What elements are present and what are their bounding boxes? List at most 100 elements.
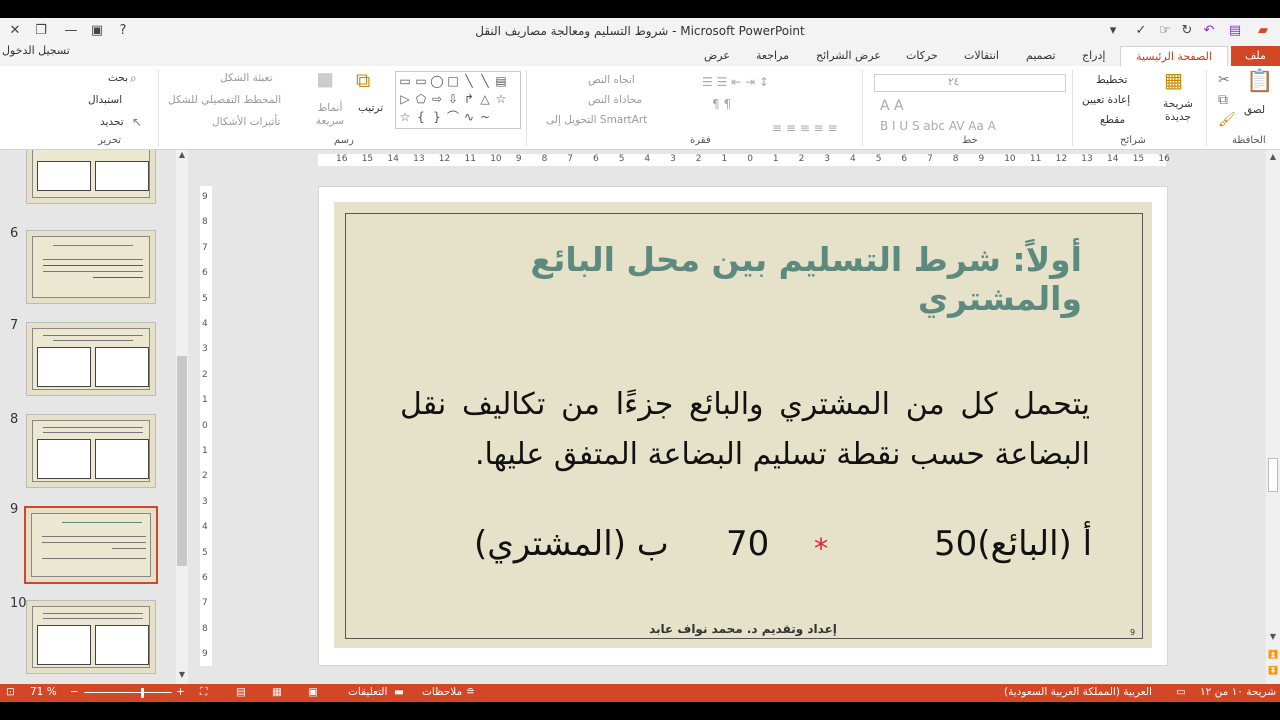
slide-thumbnail[interactable] (26, 150, 156, 204)
layout-button[interactable]: تخطيط (1096, 74, 1127, 86)
find-button[interactable]: بحث (108, 72, 128, 84)
align-text-button[interactable]: محاذاة النص (588, 94, 642, 106)
list-icons[interactable]: ☰ ☰ ⇤ ⇥ ↕ (702, 74, 769, 90)
language-indicator[interactable]: العربية (المملكة العربية السعودية) (1004, 686, 1152, 698)
touch-mode-icon[interactable]: ☞ (1156, 22, 1174, 40)
section-button[interactable]: مقطع (1100, 114, 1125, 126)
redo-icon[interactable]: ↻ (1178, 22, 1196, 40)
align-icons[interactable]: ≡ ≡ ≡ ≡ ≡ (772, 120, 838, 136)
current-slide[interactable]: أولاً: شرط التسليم بين محل البائع والمشت… (334, 202, 1152, 648)
sign-in-link[interactable]: تسجيل الدخول (2, 44, 70, 57)
star-icon[interactable]: ☆ (398, 110, 412, 124)
slide-title[interactable]: أولاً: شرط التسليم بين محل البائع والمشت… (394, 240, 1082, 318)
tab-animations[interactable]: حركات (898, 46, 946, 66)
sorter-view-icon[interactable]: ▦ (272, 686, 282, 698)
shape-fill-button[interactable]: تعبئة الشكل (220, 72, 273, 84)
select-button[interactable]: تحديد (100, 116, 124, 128)
quick-styles-icon[interactable]: ◼ (316, 69, 334, 91)
triangle-icon[interactable]: △ (478, 92, 492, 106)
triangle-icon[interactable]: ▷ (398, 92, 412, 106)
font-grow-icon[interactable]: A A (880, 98, 904, 114)
tab-view[interactable]: عرض (696, 46, 738, 66)
slide-thumbnail-6[interactable] (26, 230, 156, 304)
scroll-up-icon[interactable]: ▲ (177, 150, 187, 162)
textbox-icon[interactable]: ▤ (494, 74, 508, 88)
rectangle-icon[interactable]: ▭ (414, 74, 428, 88)
scroll-thumb[interactable] (177, 356, 187, 566)
tab-insert[interactable]: إدراج (1074, 46, 1113, 66)
fit-slide-icon[interactable]: ⊡ (6, 686, 15, 698)
slide-body-text[interactable]: يتحمل كل من المشتري والبائع جزءًا من تكا… (400, 380, 1090, 480)
font-size-value[interactable]: ٢٤ (948, 76, 959, 88)
notes-icon[interactable]: ≘ (466, 686, 475, 698)
star-icon[interactable]: ☆ (494, 92, 508, 106)
format-painter-icon[interactable]: 🖌 (1218, 112, 1236, 128)
oval-icon[interactable]: ◯ (430, 74, 444, 88)
comments-icon[interactable]: ▬ (394, 686, 404, 698)
scroll-down-icon[interactable]: ▼ (177, 670, 187, 682)
quick-styles-button[interactable]: أنماط سريعة (308, 102, 352, 128)
tab-file[interactable]: ملف (1231, 46, 1280, 66)
zoom-slider-thumb[interactable] (141, 688, 144, 698)
tab-slideshow[interactable]: عرض الشرائح (808, 46, 889, 66)
thumbnail-scrollbar[interactable]: ▲ ▼ (176, 150, 188, 684)
save-icon[interactable]: ▤ (1226, 22, 1244, 40)
customize-qat-icon[interactable]: ▾ (1104, 22, 1122, 40)
tab-home[interactable]: الصفحة الرئيسية (1120, 46, 1228, 66)
arrange-icon[interactable]: ⧉ (356, 70, 370, 90)
editor-scrollbar[interactable]: ▲ ▼ ⏫ ⏬ (1266, 150, 1280, 684)
curve-icon[interactable]: ∿ (462, 110, 476, 124)
tab-review[interactable]: مراجعة (748, 46, 797, 66)
spelling-icon[interactable]: ✓ (1132, 22, 1150, 40)
replace-button[interactable]: استبدال (88, 94, 122, 106)
comments-button[interactable]: التعليقات (348, 686, 387, 698)
new-slide-icon[interactable]: ▦ (1164, 70, 1183, 90)
slide-thumbnail-9-selected[interactable] (24, 506, 158, 584)
slide-thumbnail-10[interactable] (26, 600, 156, 674)
reading-view-icon[interactable]: ▤ (236, 686, 246, 698)
shape-effects-button[interactable]: تأثيرات الأشكال (212, 116, 280, 128)
normal-view-icon[interactable]: ▣ (308, 686, 318, 698)
pentagon-icon[interactable]: ⬠ (414, 92, 428, 106)
bent-arrow-icon[interactable]: ↱ (462, 92, 476, 106)
font-style-icons[interactable]: B I U S abc AV Aa A (880, 118, 996, 134)
zoom-out-icon[interactable]: − (70, 686, 79, 698)
font-name-box[interactable] (874, 74, 1066, 92)
previous-slide-icon[interactable]: ⏫ (1268, 650, 1278, 659)
paste-icon[interactable]: 📋 (1246, 71, 1273, 93)
zoom-in-icon[interactable]: + (176, 686, 185, 698)
reset-button[interactable]: إعادة تعيين (1082, 94, 1130, 106)
text-direction-button[interactable]: اتجاه النص (588, 74, 635, 86)
line-icon[interactable]: ╲ (462, 74, 476, 88)
line-icon[interactable]: ╲ (478, 74, 492, 88)
arc-icon[interactable]: ⌒ (446, 110, 460, 124)
new-slide-button[interactable]: شريحة جديدة (1158, 98, 1198, 124)
direction-icons[interactable]: ¶ ¶ (712, 96, 731, 112)
next-slide-icon[interactable]: ⏬ (1268, 666, 1278, 675)
slide-thumbnail-8[interactable] (26, 414, 156, 488)
tab-transitions[interactable]: انتقالات (956, 46, 1007, 66)
arrange-button[interactable]: ترتيب (358, 102, 383, 114)
shapes-gallery[interactable]: ▭ ▭ ◯ □ ╲ ╲ ▤ ▷ ⬠ ⇨ ⇩ ↱ △ ☆ ☆ { } ⌒ ∿ ~ (395, 71, 521, 129)
scroll-up-icon[interactable]: ▲ (1268, 152, 1278, 161)
arrow-down-icon[interactable]: ⇩ (446, 92, 460, 106)
paste-button[interactable]: لصق (1244, 104, 1265, 116)
slide-thumbnail-7[interactable] (26, 322, 156, 396)
undo-icon[interactable]: ↶ (1200, 22, 1218, 40)
slideshow-view-icon[interactable]: ⛶ (200, 686, 207, 699)
arrow-right-icon[interactable]: ⇨ (430, 92, 444, 106)
scroll-thumb[interactable] (1268, 458, 1278, 492)
freeform-icon[interactable]: ~ (478, 110, 492, 124)
shape-outline-button[interactable]: المخطط التفصيلي للشكل (168, 94, 281, 106)
notes-button[interactable]: ملاحظات (422, 686, 462, 698)
brace-icon[interactable]: { (414, 110, 428, 124)
textbox-icon[interactable]: ▭ (398, 74, 412, 88)
cut-icon[interactable]: ✂ (1218, 72, 1230, 88)
zoom-level[interactable]: 71 % (30, 686, 57, 698)
copy-icon[interactable]: ⧉ (1218, 92, 1228, 108)
scroll-down-icon[interactable]: ▼ (1268, 632, 1278, 641)
square-icon[interactable]: □ (446, 74, 460, 88)
smartart-button[interactable]: التحويل إلى SmartArt (546, 114, 647, 126)
brace-icon[interactable]: } (430, 110, 444, 124)
tab-design[interactable]: تصميم (1018, 46, 1064, 66)
